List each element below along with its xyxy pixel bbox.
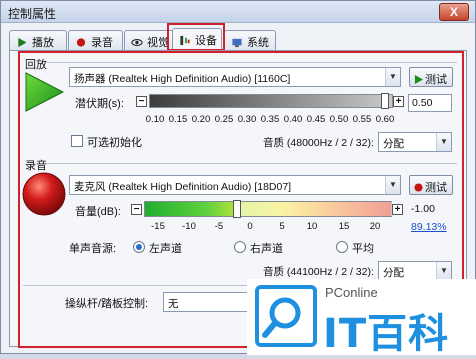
joystick-select[interactable]: 无 [163, 292, 251, 312]
latency-tick: 0.50 [329, 114, 349, 125]
playback-quality-label: 音质 (48000Hz / 2 / 32): [263, 137, 374, 149]
volume-tick: -15 [151, 221, 165, 232]
playback-quality-select[interactable]: 分配 ▼ [378, 132, 452, 152]
tab-label: 系统 [247, 37, 269, 49]
volume-tick: -10 [182, 221, 196, 232]
latency-decrease-button[interactable]: − [136, 96, 147, 107]
tab-system[interactable]: 系统 [224, 30, 276, 50]
volume-tick: 0 [247, 221, 253, 232]
recording-device-value: 麦克风 (Realtek High Definition Audio) [18D… [74, 181, 292, 193]
tab-recording[interactable]: 录音 [68, 30, 123, 50]
recording-quality-label: 音质 (44100Hz / 2 / 32): [263, 266, 374, 278]
volume-increase-button[interactable]: + [392, 204, 403, 215]
volume-tick: 10 [306, 221, 318, 232]
latency-increase-button[interactable]: + [393, 96, 404, 107]
tab-label: 播放 [32, 37, 54, 49]
chevron-down-icon: ▼ [385, 68, 400, 86]
volume-slider-thumb[interactable] [233, 200, 241, 218]
volume-tick: 5 [279, 221, 285, 232]
tab-playback[interactable]: 播放 [9, 30, 67, 50]
volume-decrease-button[interactable]: − [131, 204, 142, 215]
volume-meter-unfilled [238, 202, 393, 216]
test-label: 测试 [425, 182, 447, 194]
play-icon [18, 37, 27, 48]
latency-value-field[interactable]: 0.50 [408, 94, 452, 112]
recording-device-select[interactable]: 麦克风 (Realtek High Definition Audio) [18D… [69, 175, 401, 195]
tab-label: 录音 [91, 37, 113, 49]
mono-right-label: 右声道 [250, 243, 283, 255]
window-title: 控制属性 [8, 7, 57, 21]
mono-right-radio[interactable] [234, 241, 246, 253]
mono-average-label: 平均 [352, 243, 374, 255]
mono-left-radio[interactable] [133, 241, 145, 253]
pconline-watermark: PConline IT百科 [247, 279, 476, 357]
volume-tick: 15 [338, 221, 350, 232]
test-label: 测试 [425, 74, 447, 86]
latency-ticks: 0.10 0.15 0.20 0.25 0.30 0.35 0.40 0.45 … [145, 114, 395, 126]
playback-quality-value: 分配 [383, 138, 404, 150]
system-icon [232, 38, 242, 48]
joystick-value: 无 [168, 298, 179, 310]
latency-tick: 0.30 [237, 114, 257, 125]
recording-quality-select[interactable]: 分配 ▼ [378, 261, 452, 281]
latency-tick: 0.25 [214, 114, 234, 125]
mono-source-label: 单声音源: [69, 243, 117, 255]
watermark-name: IT百科 [323, 311, 450, 357]
recording-test-button[interactable]: 测试 [409, 175, 453, 195]
chevron-down-icon: ▼ [385, 176, 400, 194]
latency-slider-thumb[interactable] [381, 93, 389, 109]
pconline-logo-icon [255, 285, 317, 347]
volume-percent-link[interactable]: 89.13% [411, 221, 447, 233]
recording-quality-value: 分配 [383, 267, 404, 279]
recording-separator [47, 163, 457, 164]
latency-tick: 0.60 [375, 114, 395, 125]
volume-meter-slider[interactable] [144, 201, 393, 217]
latency-tick: 0.15 [168, 114, 188, 125]
playback-group-label: 回放 [25, 59, 47, 71]
chevron-down-icon: ▼ [436, 133, 451, 151]
volume-ticks: -15 -10 -5 0 5 10 15 20 [144, 221, 392, 233]
watermark-brand: PConline [325, 285, 378, 300]
latency-tick: 0.45 [306, 114, 326, 125]
control-properties-window: 控制属性 X 播放 录音 视觉 设备 系统 回放 扬声器 (Realtek Hi… [0, 0, 476, 357]
mono-left-label: 左声道 [149, 243, 182, 255]
play-icon [414, 75, 423, 84]
mono-average-radio[interactable] [336, 241, 348, 253]
optional-init-checkbox[interactable] [71, 135, 83, 147]
close-button[interactable]: X [439, 3, 469, 21]
play-large-icon [25, 72, 65, 112]
chevron-down-icon: ▼ [436, 262, 451, 280]
volume-tick: -5 [214, 221, 224, 232]
tab-label: 视觉 [147, 37, 169, 49]
joystick-label: 操纵杆/踏板控制: [65, 298, 149, 310]
latency-tick: 0.40 [283, 114, 303, 125]
volume-tick: 20 [369, 221, 381, 232]
playback-separator [47, 62, 457, 63]
latency-tick: 0.20 [191, 114, 211, 125]
latency-tick: 0.55 [352, 114, 372, 125]
latency-tick: 0.35 [260, 114, 280, 125]
record-dot-icon [76, 38, 86, 47]
playback-test-button[interactable]: 测试 [409, 67, 453, 87]
latency-label: 潜伏期(s): [75, 98, 124, 110]
volume-label: 音量(dB): [75, 206, 121, 218]
eye-icon [131, 39, 143, 46]
playback-device-select[interactable]: 扬声器 (Realtek High Definition Audio) [116… [69, 67, 401, 87]
record-dot-icon [414, 183, 423, 192]
title-bar: 控制属性 X [1, 1, 475, 23]
latency-slider[interactable] [149, 94, 393, 108]
optional-init-label: 可选初始化 [87, 137, 142, 149]
highlight-frame-tab [167, 23, 225, 51]
record-large-icon [22, 172, 66, 216]
latency-tick: 0.10 [145, 114, 165, 125]
playback-device-value: 扬声器 (Realtek High Definition Audio) [116… [74, 73, 291, 85]
volume-db-value: -1.00 [411, 203, 435, 215]
